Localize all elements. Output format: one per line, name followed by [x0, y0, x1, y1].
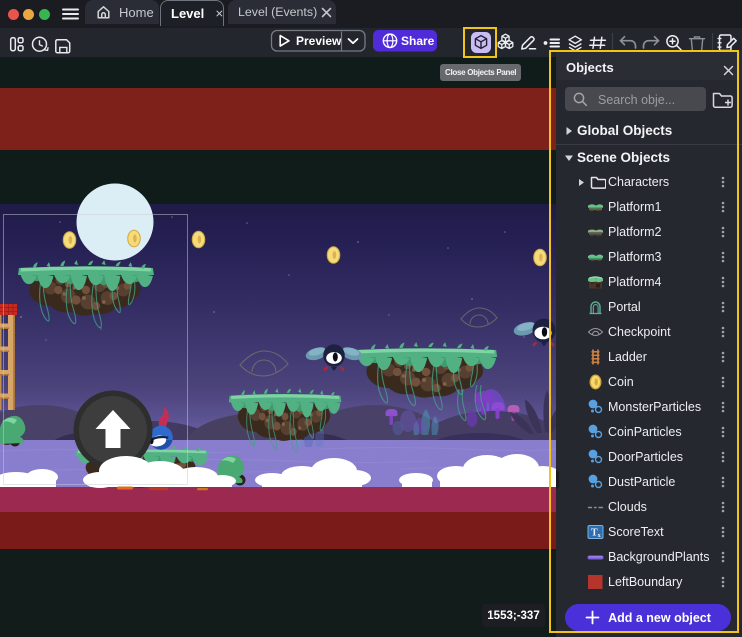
svg-text:Share: Share	[401, 34, 435, 48]
svg-text:Preview: Preview	[296, 34, 342, 48]
